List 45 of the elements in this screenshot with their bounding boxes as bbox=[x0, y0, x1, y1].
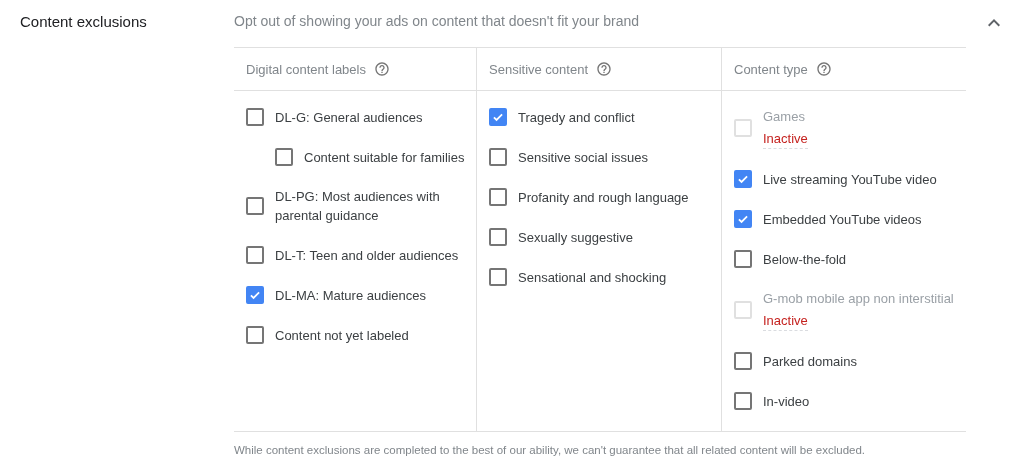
checkbox[interactable] bbox=[734, 250, 752, 268]
checkbox[interactable] bbox=[489, 108, 507, 126]
checkbox-label: In-video bbox=[763, 392, 810, 411]
column-heading: Content type bbox=[734, 61, 808, 77]
checkbox-label: G-mob mobile app non interstitial bbox=[763, 290, 954, 308]
checkbox[interactable] bbox=[246, 286, 264, 304]
checkbox[interactable] bbox=[246, 108, 264, 126]
help-icon[interactable] bbox=[815, 61, 832, 77]
column-heading: Sensitive content bbox=[489, 61, 588, 77]
footnote: While content exclusions are completed to the best of our ability, we can't guarantee that all related content will be excluded. bbox=[234, 443, 866, 456]
checkbox-label: DL-T: Teen and older audiences bbox=[275, 246, 459, 265]
checkbox[interactable] bbox=[734, 170, 752, 188]
checkbox[interactable] bbox=[489, 148, 507, 166]
help-icon[interactable] bbox=[373, 61, 390, 77]
checkbox[interactable] bbox=[489, 228, 507, 246]
checkbox[interactable] bbox=[489, 188, 507, 206]
checkbox[interactable] bbox=[734, 210, 752, 228]
section-description: Opt out of showing your ads on content that doesn't fit your brand bbox=[234, 12, 641, 29]
checkbox-label: Live streaming YouTube video bbox=[763, 170, 937, 189]
checkbox-label: Parked domains bbox=[763, 352, 857, 371]
status-text: Inactive bbox=[763, 130, 808, 149]
checkbox-label: Sensitive social issues bbox=[518, 148, 649, 167]
checkbox-label: Games bbox=[763, 108, 806, 126]
checkbox[interactable] bbox=[246, 197, 264, 215]
checkbox-label: Profanity and rough language bbox=[518, 188, 689, 207]
checkbox[interactable] bbox=[275, 148, 293, 166]
checkbox[interactable] bbox=[734, 392, 752, 410]
checkbox[interactable] bbox=[246, 326, 264, 344]
column-heading: Digital content labels bbox=[246, 61, 366, 77]
help-icon[interactable] bbox=[596, 61, 612, 77]
checkbox[interactable] bbox=[489, 268, 507, 286]
checkbox-label: Sensational and shocking bbox=[518, 268, 667, 287]
section-title: Content exclusions bbox=[19, 12, 148, 30]
checkbox[interactable] bbox=[734, 352, 752, 370]
checkbox-label: Below-the-fold bbox=[763, 250, 847, 269]
checkbox-label: DL-PG: Most audiences with parental guidance bbox=[275, 188, 441, 225]
checkbox-label: DL-MA: Mature audiences bbox=[275, 286, 426, 305]
checkbox-label: Content suitable for families bbox=[304, 148, 465, 167]
checkbox-label: DL-G: General audiences bbox=[275, 108, 423, 127]
checkbox-label: Content not yet labeled bbox=[275, 326, 409, 345]
checkbox-label: Sexually suggestive bbox=[518, 228, 633, 247]
checkbox-label: Embedded YouTube videos bbox=[763, 210, 922, 229]
checkbox[interactable] bbox=[246, 246, 264, 264]
checkbox-label: Tragedy and conflict bbox=[518, 108, 635, 127]
status-text: Inactive bbox=[763, 312, 808, 331]
